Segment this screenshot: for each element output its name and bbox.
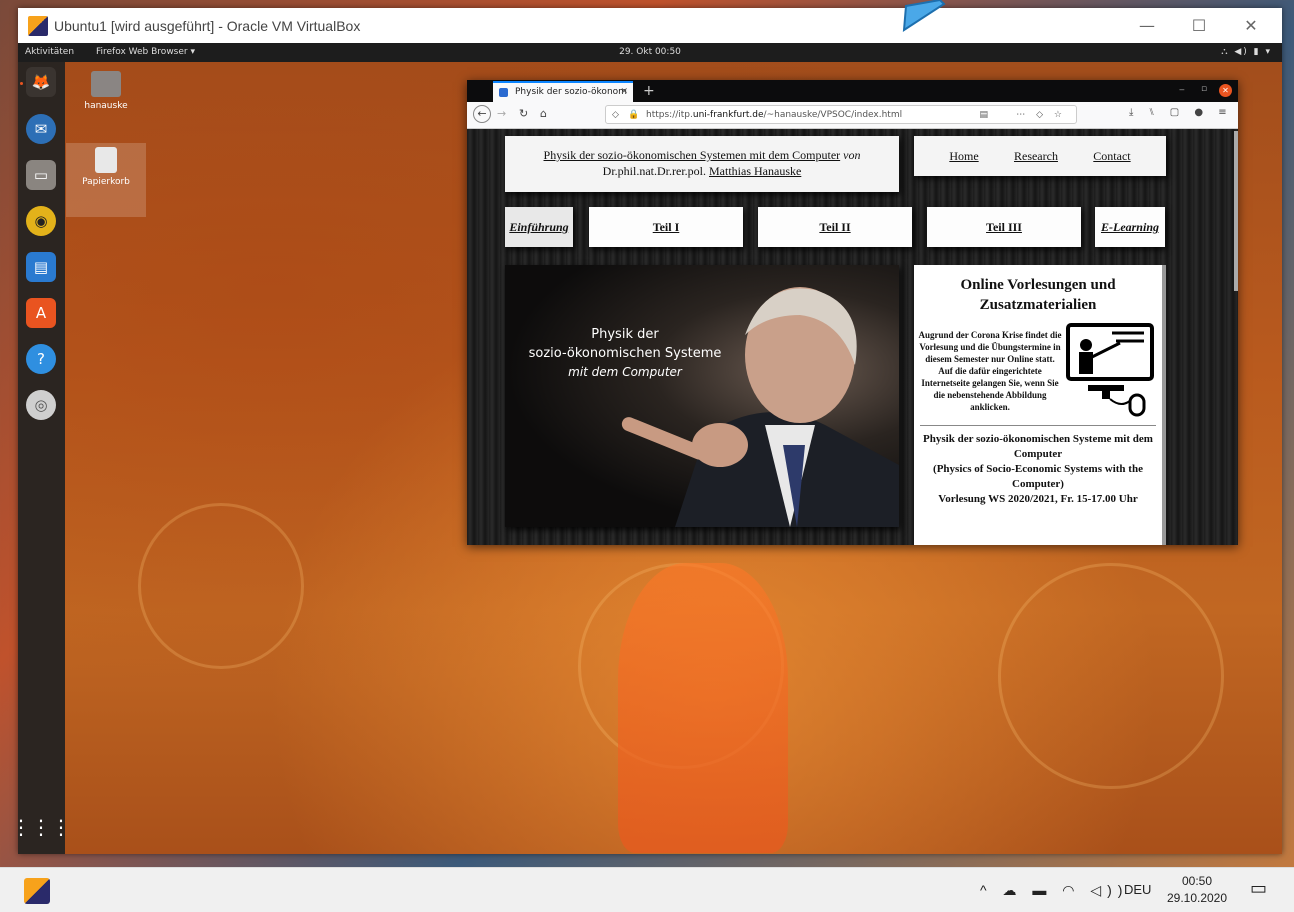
tab-teil-1[interactable]: Teil I xyxy=(589,207,743,247)
windows-taskbar: ^ ☁ ▬ ◠ ◁)) DEU 00:50 29.10.2020 ▭ xyxy=(0,867,1294,912)
dock-files-icon[interactable]: ▭ xyxy=(26,160,56,190)
show-applications-icon[interactable]: ⋮⋮⋮ xyxy=(18,812,71,842)
wallpaper-swirl xyxy=(138,503,304,669)
sidebar-text: Augrund der Corona Krise findet die Vorl… xyxy=(918,330,1062,412)
maximize-button[interactable]: ☐ xyxy=(1176,14,1222,38)
window-minimize-icon[interactable]: ‒ xyxy=(1179,85,1185,95)
forward-icon[interactable]: → xyxy=(497,107,506,120)
reader-view-icon[interactable]: ▤ xyxy=(979,106,988,125)
toolbar-icons[interactable]: ⤓ ⑊ ▢ ● ≡ xyxy=(1129,107,1233,118)
sidebar-panel: Online Vorlesungen und Zusatzmaterialien… xyxy=(914,265,1166,545)
dock-writer-icon[interactable]: ▤ xyxy=(26,252,56,282)
nav-home-link[interactable]: Home xyxy=(949,149,978,164)
window-titlebar[interactable]: Ubuntu1 [wird ausgeführt] - Oracle VM Vi… xyxy=(18,8,1282,43)
url-path: /~hanauske/VPSOC/index.html xyxy=(763,110,903,120)
taskbar-time: 00:50 xyxy=(1181,874,1213,888)
window-close-icon[interactable]: ✕ xyxy=(1219,84,1232,97)
dock-firefox-icon[interactable]: 🦊 xyxy=(26,67,56,97)
author-link[interactable]: Matthias Hanauske xyxy=(709,164,801,178)
dock-disc-icon[interactable]: ◎ xyxy=(26,390,56,420)
dock-thunderbird-icon[interactable]: ✉ xyxy=(26,114,56,144)
shield-icon: ◇ xyxy=(612,110,619,120)
desktop-icon-label: Papierkorb xyxy=(82,177,130,187)
tab-einfuehrung[interactable]: Einführung xyxy=(505,207,573,247)
wallpaper-swirl xyxy=(998,563,1224,789)
wallpaper-flame xyxy=(618,563,788,853)
close-button[interactable]: ✕ xyxy=(1228,14,1274,38)
site-title-panel: Physik der sozio-ökonomischen Systemen m… xyxy=(505,136,899,192)
tab-title: Physik der sozio-ökonom xyxy=(515,87,627,97)
hero-image[interactable]: Physik der sozio-ökonomischen Systeme mi… xyxy=(505,265,899,527)
tray-icons[interactable]: ^ ☁ ▬ ◠ ◁)) xyxy=(980,882,1128,899)
nav-contact-link[interactable]: Contact xyxy=(1093,149,1130,164)
dock: 🦊 ✉ ▭ ◉ ▤ A ? ◎ ⋮⋮⋮ xyxy=(18,62,71,854)
notification-icon[interactable]: ▭ xyxy=(1250,878,1267,899)
nav-research-link[interactable]: Research xyxy=(1014,149,1058,164)
top-nav-panel: Home Research Contact xyxy=(914,136,1166,176)
language-indicator[interactable]: DEU xyxy=(1124,882,1151,897)
reload-icon[interactable]: ↻ xyxy=(519,107,528,120)
divider xyxy=(920,425,1156,426)
online-lecture-icon[interactable] xyxy=(1062,319,1158,419)
title-von: von xyxy=(843,148,861,162)
home-icon[interactable]: ⌂ xyxy=(540,107,547,120)
window-maximize-icon[interactable]: ▫ xyxy=(1201,84,1207,94)
page-scrollbar[interactable] xyxy=(1234,131,1238,291)
url-prefix: https://itp. xyxy=(646,110,693,120)
tab-close-icon[interactable]: ✕ xyxy=(620,83,628,102)
virtualbox-window: Ubuntu1 [wird ausgeführt] - Oracle VM Vi… xyxy=(18,8,1282,854)
new-tab-button[interactable]: + xyxy=(643,80,655,102)
running-indicator xyxy=(20,82,23,85)
author-prefix: Dr.phil.nat.Dr.rer.pol. xyxy=(602,164,706,178)
lock-icon: 🔒 xyxy=(628,110,640,120)
virtualbox-icon xyxy=(28,15,48,36)
home-folder-icon xyxy=(91,71,121,97)
web-page: Physik der sozio-ökonomischen Systemen m… xyxy=(467,129,1238,545)
desktop-icon-trash[interactable]: Papierkorb xyxy=(66,143,146,217)
site-title-link[interactable]: Physik der sozio-ökonomischen Systemen m… xyxy=(544,148,841,162)
desktop-icon-label: hanauske xyxy=(84,101,128,111)
tab-teil-2[interactable]: Teil II xyxy=(758,207,912,247)
taskbar-date: 29.10.2020 xyxy=(1166,891,1228,905)
course-time: Vorlesung WS 2020/2021, Fr. 15-17.00 Uhr xyxy=(938,493,1138,505)
dock-rhythmbox-icon[interactable]: ◉ xyxy=(26,206,56,236)
tab-bar: Physik der sozio-ökonom ✕ + ‒ ▫ ✕ xyxy=(467,80,1238,102)
ubuntu-desktop: Aktivitäten Firefox Web Browser ▾ 29. Ok… xyxy=(18,43,1282,854)
trash-icon xyxy=(95,147,117,173)
tab-teil-3[interactable]: Teil III xyxy=(927,207,1081,247)
taskbar-clock[interactable]: 00:50 29.10.2020 xyxy=(1162,873,1232,907)
page-actions[interactable]: ⋯ ◇ ☆ xyxy=(1016,106,1066,125)
course-title-en: (Physics of Socio-Economic Systems with … xyxy=(933,463,1143,490)
browser-tab[interactable]: Physik der sozio-ökonom ✕ xyxy=(493,81,633,102)
sidebar-heading: Online Vorlesungen und Zusatzmaterialien xyxy=(960,277,1116,313)
url-domain: uni-frankfurt.de xyxy=(692,110,764,120)
clock[interactable]: 29. Okt 00:50 xyxy=(18,43,1282,62)
dock-software-icon[interactable]: A xyxy=(26,298,56,328)
back-icon[interactable]: ← xyxy=(473,105,491,123)
tab-favicon-icon xyxy=(499,88,508,97)
virtualbox-taskbar-icon[interactable] xyxy=(24,878,50,904)
mouse-cursor-icon xyxy=(902,0,946,32)
window-title: Ubuntu1 [wird ausgeführt] - Oracle VM Vi… xyxy=(54,17,361,34)
minimize-button[interactable]: — xyxy=(1124,14,1170,38)
url-bar[interactable]: ◇ 🔒 https://itp.uni-frankfurt.de/~hanaus… xyxy=(605,105,1077,124)
firefox-window: Physik der sozio-ökonom ✕ + ‒ ▫ ✕ ← → ↻ … xyxy=(467,80,1238,545)
course-title: Physik der sozio-ökonomischen Systeme mi… xyxy=(923,433,1153,460)
navigation-toolbar: ← → ↻ ⌂ ◇ 🔒 https://itp.uni-frankfurt.de… xyxy=(467,102,1238,129)
dock-help-icon[interactable]: ? xyxy=(26,344,56,374)
desktop-icon-home[interactable]: hanauske xyxy=(66,71,146,111)
portrait-illustration xyxy=(621,287,899,527)
ubuntu-top-bar: Aktivitäten Firefox Web Browser ▾ 29. Ok… xyxy=(18,43,1282,62)
tab-e-learning[interactable]: E-Learning xyxy=(1095,207,1165,247)
system-tray[interactable]: ⛬ ◀) ▮ ▾ xyxy=(1221,43,1272,62)
